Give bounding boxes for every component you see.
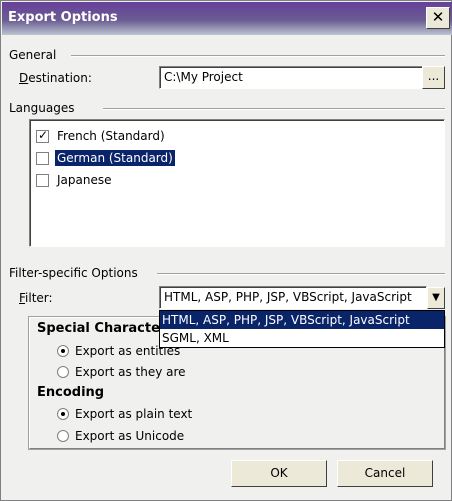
radio-unicode[interactable]: Export as Unicode bbox=[57, 426, 184, 446]
ok-button[interactable]: OK bbox=[231, 460, 327, 487]
title-bar[interactable]: Export Options ✕ bbox=[2, 2, 452, 35]
radio-export-as-is[interactable]: Export as they are bbox=[57, 362, 186, 382]
dialog-title: Export Options bbox=[8, 10, 118, 25]
dropdown-option[interactable]: SGML, XML bbox=[160, 329, 444, 347]
language-label: Japanese bbox=[57, 173, 112, 187]
languages-divider bbox=[103, 108, 445, 110]
close-icon: ✕ bbox=[431, 8, 445, 26]
language-item-german[interactable]: German (Standard) bbox=[36, 148, 175, 168]
language-item-japanese[interactable]: Japanese bbox=[36, 170, 114, 190]
dropdown-option[interactable]: HTML, ASP, PHP, JSP, VBScript, JavaScrip… bbox=[160, 311, 444, 329]
filter-dropdown-list[interactable]: HTML, ASP, PHP, JSP, VBScript, JavaScrip… bbox=[159, 310, 445, 348]
languages-group-label: Languages bbox=[9, 101, 75, 115]
filter-dropdown-button[interactable]: ▼ bbox=[427, 287, 445, 309]
languages-listbox[interactable]: French (Standard) German (Standard) Japa… bbox=[29, 119, 445, 247]
cancel-button[interactable]: Cancel bbox=[337, 460, 433, 487]
radio-selected-icon[interactable] bbox=[57, 345, 69, 357]
encoding-heading: Encoding bbox=[37, 385, 105, 400]
filter-group-label: Filter-specific Options bbox=[9, 266, 138, 280]
radio-label: Export as plain text bbox=[75, 407, 193, 421]
radio-unselected-icon[interactable] bbox=[57, 366, 69, 378]
general-group-label: General bbox=[9, 48, 57, 62]
language-label: French (Standard) bbox=[57, 129, 165, 143]
export-options-dialog: Export Options ✕ General Destination: C:… bbox=[0, 0, 452, 501]
radio-plain-text[interactable]: Export as plain text bbox=[57, 404, 192, 424]
filter-label: Filter: bbox=[19, 291, 53, 305]
destination-input[interactable]: C:\My Project bbox=[159, 66, 423, 89]
checkbox-unchecked-icon[interactable] bbox=[36, 173, 49, 187]
language-label: German (Standard) bbox=[55, 150, 175, 166]
radio-label: Export as they are bbox=[75, 365, 186, 379]
general-divider bbox=[71, 55, 445, 57]
filter-divider bbox=[157, 273, 445, 275]
language-item-french[interactable]: French (Standard) bbox=[36, 126, 167, 146]
radio-selected-icon[interactable] bbox=[57, 408, 69, 420]
special-characters-heading: Special Characters bbox=[37, 321, 175, 336]
filter-select[interactable]: HTML, ASP, PHP, JSP, VBScript, JavaScrip… bbox=[159, 286, 427, 309]
checkbox-checked-icon[interactable] bbox=[36, 128, 49, 143]
radio-unselected-icon[interactable] bbox=[57, 430, 69, 442]
destination-label: Destination: bbox=[19, 71, 92, 85]
checkbox-unchecked-icon[interactable] bbox=[36, 151, 49, 165]
browse-button[interactable]: ... bbox=[422, 66, 445, 89]
chevron-down-icon: ▼ bbox=[432, 292, 440, 303]
radio-label: Export as Unicode bbox=[75, 429, 185, 443]
close-button[interactable]: ✕ bbox=[426, 7, 450, 29]
